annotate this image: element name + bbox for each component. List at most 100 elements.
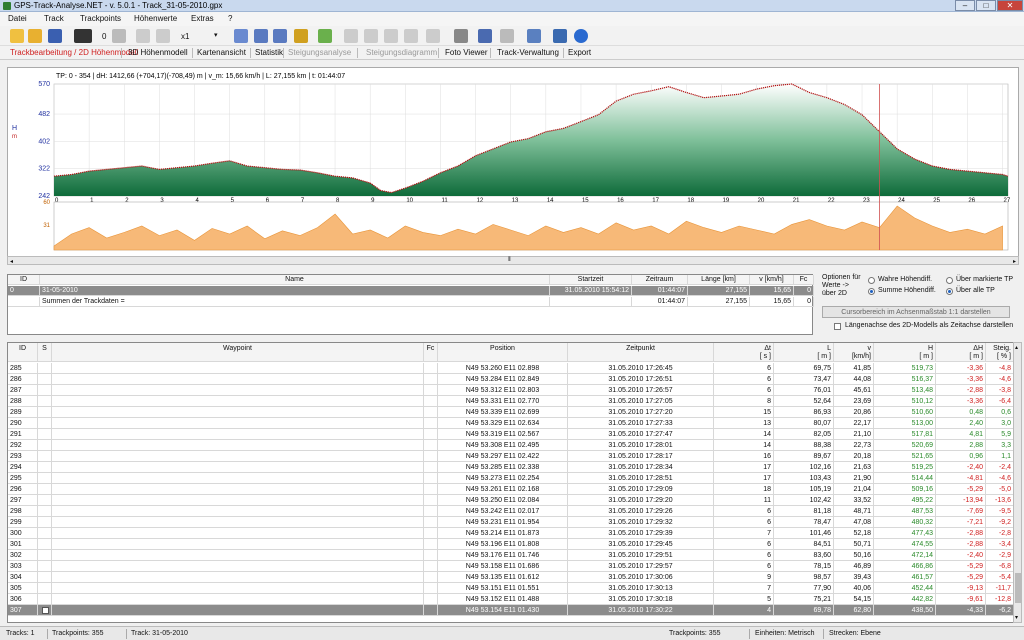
column-header[interactable]: ΔH [ m ] (936, 343, 986, 362)
table-row[interactable]: 296 N49 53.261 E11 02.168 31.05.2010 17:29… (8, 484, 1014, 495)
table-vertical-scrollbar[interactable]: ▴ ▾ (1013, 342, 1022, 623)
gps-device-icon[interactable] (74, 29, 92, 43)
x-tick-label: 7 (301, 198, 305, 204)
table-row[interactable]: 300 N49 53.214 E11 01.873 31.05.2010 17:29… (8, 528, 1014, 539)
table-cell (52, 583, 424, 594)
column-header[interactable]: Fc (424, 343, 438, 362)
chevron-down-icon[interactable]: ▾ (214, 31, 218, 39)
info-icon[interactable] (553, 29, 567, 43)
edit-points-icon[interactable] (254, 29, 268, 43)
column-header[interactable]: Steig. [ % ] (986, 343, 1014, 362)
table-cell (38, 363, 52, 374)
table-row[interactable]: 298 N49 53.242 E11 02.017 31.05.2010 17:29… (8, 506, 1014, 517)
column-header[interactable]: Zeitpunkt (568, 343, 714, 362)
table-cell: 102,42 (774, 495, 834, 506)
table-cell (52, 451, 424, 462)
radio-ueber-alle-tp[interactable] (946, 288, 953, 295)
radio-wahre-hoehendiff[interactable] (868, 277, 875, 284)
menu-trackpoints[interactable]: Trackpoints (80, 14, 121, 23)
radio-ueber-markierte-tp[interactable] (946, 277, 953, 284)
elevation-chart[interactable]: TP: 0 - 354 | dH: 1412,66 (+704,17)(-708… (8, 68, 1018, 256)
table-cell (8, 297, 40, 307)
column-header[interactable]: Δt [ s ] (714, 343, 774, 362)
menu-datei[interactable]: Datei (8, 14, 27, 23)
table-cell: 01:44:07 (632, 297, 688, 307)
tab-statistik[interactable]: Statistik (255, 48, 283, 57)
undo-icon[interactable] (112, 29, 126, 43)
table-row[interactable]: 306 N49 53.152 E11 01.488 31.05.2010 17:30… (8, 594, 1014, 605)
table-row[interactable]: 295 N49 53.273 E11 02.254 31.05.2010 17:28… (8, 473, 1014, 484)
table-row[interactable]: 301 N49 53.196 E11 01.808 31.05.2010 17:29… (8, 539, 1014, 550)
column-header[interactable]: Waypoint (52, 343, 424, 362)
table-cell: 477,43 (874, 528, 936, 539)
table-cell: 31.05.2010 17:27:20 (568, 407, 714, 418)
table-row[interactable]: 289 N49 53.339 E11 02.699 31.05.2010 17:27… (8, 407, 1014, 418)
table-row[interactable]: 0 31-05-2010 31.05.2010 15:54:12 01:44:07 27… (8, 286, 814, 296)
maximize-button[interactable]: □ (976, 0, 996, 11)
menu-track[interactable]: Track (44, 14, 64, 23)
table-row[interactable]: 290 N49 53.329 E11 02.634 31.05.2010 17:27… (8, 418, 1014, 429)
radio-summe-hoehendiff[interactable] (868, 288, 875, 295)
table-row[interactable]: 294 N49 53.285 E11 02.338 31.05.2010 17:28… (8, 462, 1014, 473)
table-row[interactable]: 292 N49 53.308 E11 02.495 31.05.2010 17:28… (8, 440, 1014, 451)
table-row[interactable]: 297 N49 53.250 E11 02.084 31.05.2010 17:29… (8, 495, 1014, 506)
slope-area (53, 205, 1003, 251)
column-header[interactable]: Position (438, 343, 568, 362)
chart-icon[interactable] (527, 29, 541, 43)
help-icon[interactable] (574, 29, 588, 43)
table-cell: 0,6 (986, 407, 1014, 418)
elevation-profile-panel[interactable]: TP: 0 - 354 | dH: 1412,66 (+704,17)(-708… (7, 67, 1019, 265)
print-icon[interactable] (454, 29, 468, 43)
save-icon[interactable] (48, 29, 62, 43)
column-header[interactable]: H [ m ] (874, 343, 936, 362)
filter-icon[interactable] (318, 29, 332, 43)
table-row[interactable]: 303 N49 53.158 E11 01.686 31.05.2010 17:29… (8, 561, 1014, 572)
table-row[interactable]: 288 N49 53.331 E11 02.770 31.05.2010 17:27… (8, 396, 1014, 407)
open-folder-icon[interactable] (28, 29, 42, 43)
column-header[interactable]: S (38, 343, 52, 362)
table-cell: 495,22 (874, 495, 936, 506)
table-row[interactable]: 307 N49 53.154 E11 01.430 31.05.2010 17:30… (8, 605, 1014, 616)
zoom-select[interactable]: x1 (181, 32, 189, 41)
tab-foto-viewer[interactable]: Foto Viewer (445, 48, 488, 57)
tab-kartenansicht[interactable]: Kartenansicht (197, 48, 246, 57)
time-axis-checkbox[interactable] (834, 323, 841, 330)
table-row[interactable]: 304 N49 53.135 E11 01.612 31.05.2010 17:30… (8, 572, 1014, 583)
chart-horizontal-scrollbar[interactable]: ◂ ⦀ ▸ (7, 256, 1019, 265)
export-icon[interactable] (478, 29, 492, 43)
close-button[interactable]: ✕ (997, 0, 1023, 11)
tab-track-verwaltung[interactable]: Track-Verwaltung (497, 48, 559, 57)
table-row[interactable]: 293 N49 53.297 E11 02.422 31.05.2010 17:28… (8, 451, 1014, 462)
new-file-icon[interactable] (10, 29, 24, 43)
tab-trackbearbeitung[interactable]: Trackbearbeitung / 2D Höhenmodell (10, 48, 138, 57)
tab-export[interactable]: Export (568, 48, 591, 57)
table-row[interactable]: 287 N49 53.312 E11 02.803 31.05.2010 17:26… (8, 385, 1014, 396)
minimize-button[interactable]: – (955, 0, 975, 11)
table-row[interactable]: Summen der Trackdaten = 01:44:07 27,155 15,… (8, 297, 814, 307)
cursor-range-button[interactable]: Cursorbereich im Achsenmaßstab 1:1 darst… (822, 306, 1010, 318)
edit-waypoints-icon[interactable] (273, 29, 287, 43)
table-row[interactable]: 299 N49 53.231 E11 01.954 31.05.2010 17:29… (8, 517, 1014, 528)
tab-steigungsanalyse[interactable]: Steigungsanalyse (288, 48, 351, 57)
table-row[interactable]: 302 N49 53.176 E11 01.746 31.05.2010 17:29… (8, 550, 1014, 561)
tab-3d-hoehenmodell[interactable]: 3D Höhenmodell (128, 48, 188, 57)
tab-steigungsdiagramm[interactable]: Steigungsdiagramm (366, 48, 437, 57)
x-tick-label: 20 (758, 198, 765, 204)
column-header[interactable]: L [ m ] (774, 343, 834, 362)
table-row[interactable]: 291 N49 53.319 E11 02.567 31.05.2010 17:27… (8, 429, 1014, 440)
column-header[interactable]: v [km/h] (834, 343, 874, 362)
table-cell (52, 473, 424, 484)
column-header[interactable]: ID (8, 343, 38, 362)
select-checkbox[interactable] (42, 607, 49, 614)
table-row[interactable]: 305 N49 53.151 E11 01.551 31.05.2010 17:30… (8, 583, 1014, 594)
table-cell: 438,50 (874, 605, 936, 616)
table-row[interactable]: 285 N49 53.260 E11 02.898 31.05.2010 17:26… (8, 363, 1014, 374)
table-cell: N49 53.284 E11 02.849 (438, 374, 568, 385)
table-row[interactable]: 286 N49 53.284 E11 02.849 31.05.2010 17:26… (8, 374, 1014, 385)
menu-hoehenwerte[interactable]: Höhenwerte (134, 14, 177, 23)
table-cell (52, 418, 424, 429)
menu-help[interactable]: ? (228, 14, 232, 23)
menu-extras[interactable]: Extras (191, 14, 214, 23)
edit-track-icon[interactable] (234, 29, 248, 43)
pen-tool-icon[interactable] (294, 29, 308, 43)
